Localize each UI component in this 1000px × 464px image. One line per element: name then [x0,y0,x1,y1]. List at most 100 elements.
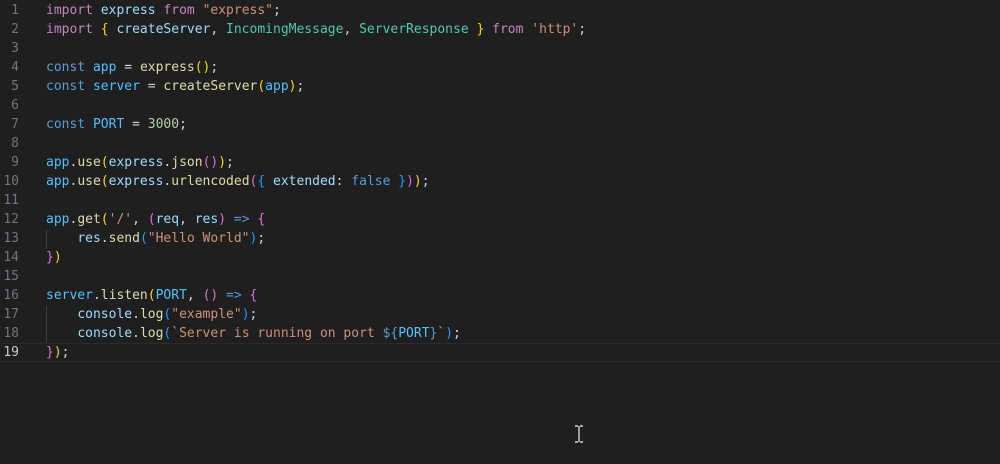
code-token: urlencoded [171,174,250,189]
code-token: ) [241,307,250,322]
code-token: ( [147,212,156,227]
code-token: ) [53,345,62,360]
code-editor[interactable]: 1 import express from "express"; 2 import {… [0,0,1000,464]
code-token: createServer [163,79,258,94]
code-line[interactable]: 17 console.log("example"); [0,305,1000,324]
code-line[interactable]: 8 [0,134,1000,153]
code-token: use [77,155,101,170]
text-ibeam-cursor-icon [575,425,583,443]
line-number: 11 [3,193,19,208]
code-token: express [100,3,156,18]
code-line[interactable]: 7 const PORT = 3000; [0,115,1000,134]
code-token: () [194,60,211,75]
code-token: ; [296,79,305,94]
line-number: 14 [3,250,19,265]
code-line[interactable]: 5 const server = createServer(app); [0,77,1000,96]
code-token: express [108,155,164,170]
code-token: req [155,212,180,227]
code-token: log [139,326,164,341]
code-token: res [194,212,219,227]
code-token: ; [257,231,266,246]
code-token: { [257,212,266,227]
code-token: = [124,117,148,132]
code-token: app [92,60,117,75]
code-token: = [139,79,164,94]
code-token: app [46,212,70,227]
code-text[interactable]: }); [46,344,69,361]
line-number: 13 [3,231,19,246]
code-line[interactable]: 15 [0,267,1000,286]
code-text[interactable]: const app = express(); [46,58,218,77]
code-text[interactable]: console.log(`Server is running on port $… [46,324,461,343]
code-token: from [492,22,524,37]
code-line[interactable]: 13 res.send("Hello World"); [0,229,1000,248]
code-token: express [139,60,195,75]
code-line[interactable]: 2 import { createServer, IncomingMessage,… [0,20,1000,39]
code-line[interactable]: 10 app.use(express.urlencoded({ extended:… [0,172,1000,191]
code-line[interactable]: 18 console.log(`Server is running on por… [0,324,1000,343]
code-token: : [335,174,352,189]
code-token: send [108,231,140,246]
code-text[interactable]: import { createServer, IncomingMessage, … [46,20,586,39]
code-token: ; [210,60,219,75]
code-token: console [77,326,133,341]
line-number: 9 [11,155,19,170]
code-line[interactable]: 6 [0,96,1000,115]
code-line[interactable]: 4 const app = express(); [0,58,1000,77]
line-number: 18 [3,326,19,341]
code-token: app [46,174,70,189]
code-token: res [77,231,101,246]
code-text[interactable]: server.listen(PORT, () => { [46,286,257,305]
line-number: 15 [3,269,19,284]
code-line[interactable]: 19}); [0,343,1000,362]
code-text[interactable]: const server = createServer(app); [46,77,304,96]
code-line[interactable]: 3 [0,39,1000,58]
code-line[interactable]: 16 server.listen(PORT, () => { [0,286,1000,305]
line-number: 19 [3,345,19,360]
code-token: ( [100,212,109,227]
code-token: { [257,174,266,189]
line-number: 17 [3,307,19,322]
code-line[interactable]: 1 import express from "express"; [0,1,1000,20]
code-text[interactable]: console.log("example"); [46,305,257,324]
line-number: 2 [11,22,19,37]
code-token: `Server is running on port [171,326,383,341]
code-token: PORT [92,117,125,132]
code-text[interactable]: app.get('/', (req, res) => { [46,210,265,229]
code-text[interactable]: res.send("Hello World"); [46,229,265,248]
code-token: ; [421,174,430,189]
code-token: => [233,212,250,227]
line-number: 5 [11,79,19,94]
code-token: ) [53,250,62,265]
code-line[interactable]: 11 [0,191,1000,210]
code-text[interactable]: const PORT = 3000; [46,115,187,134]
code-token: false [351,174,391,189]
code-token: ( [147,288,156,303]
code-token: PORT [155,288,187,303]
code-token: json [171,155,203,170]
code-text[interactable]: app.use(express.urlencoded({ extended: f… [46,172,430,191]
code-text[interactable]: }) [46,248,62,267]
code-token: 3000 [147,117,180,132]
code-line[interactable]: 12 app.get('/', (req, res) => { [0,210,1000,229]
code-line[interactable]: 9 app.use(express.json()); [0,153,1000,172]
code-token: ; [453,326,461,341]
code-token: express [108,174,164,189]
code-token: () [202,288,219,303]
code-text[interactable]: import express from "express"; [46,1,281,20]
code-line[interactable]: 14}) [0,248,1000,267]
code-token: ServerResponse [359,22,469,37]
code-text[interactable]: app.use(express.json()); [46,153,234,172]
code-token: log [139,307,164,322]
code-token: ${ [382,326,399,341]
code-token: const [46,79,86,94]
code-token: , [132,212,148,227]
line-number: 3 [11,41,19,56]
